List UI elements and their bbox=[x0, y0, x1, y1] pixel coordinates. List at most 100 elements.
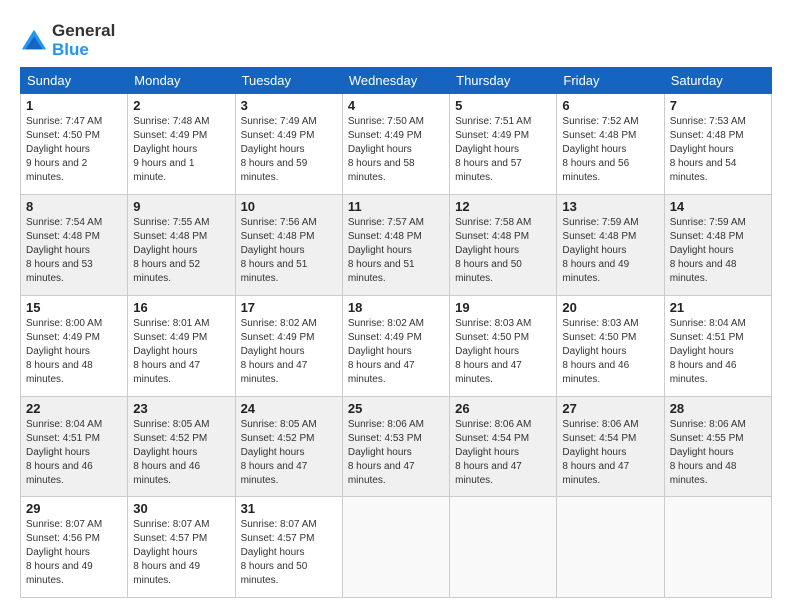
day-info: Sunrise: 7:47 AMSunset: 4:50 PMDaylight … bbox=[26, 115, 122, 185]
day-info: Sunrise: 8:04 AMSunset: 4:51 PMDaylight … bbox=[670, 317, 766, 387]
day-number: 1 bbox=[26, 98, 122, 113]
day-info: Sunrise: 8:07 AMSunset: 4:56 PMDaylight … bbox=[26, 518, 122, 588]
day-info: Sunrise: 8:06 AMSunset: 4:55 PMDaylight … bbox=[670, 418, 766, 488]
calendar-cell: 14 Sunrise: 7:59 AMSunset: 4:48 PMDayligh… bbox=[664, 195, 771, 296]
day-info: Sunrise: 8:07 AMSunset: 4:57 PMDaylight … bbox=[241, 518, 337, 588]
calendar-cell: 25 Sunrise: 8:06 AMSunset: 4:53 PMDayligh… bbox=[342, 396, 449, 497]
day-number: 19 bbox=[455, 300, 551, 315]
calendar-cell: 21Sunrise: 8:04 AMSunset: 4:51 PMDayligh… bbox=[664, 295, 771, 396]
logo-icon bbox=[20, 27, 48, 55]
day-info: Sunrise: 8:03 AMSunset: 4:50 PMDaylight … bbox=[562, 317, 658, 387]
calendar-cell: 29 Sunrise: 8:07 AMSunset: 4:56 PMDayligh… bbox=[21, 497, 128, 598]
calendar-cell: 26 Sunrise: 8:06 AMSunset: 4:54 PMDayligh… bbox=[450, 396, 557, 497]
day-number: 8 bbox=[26, 199, 122, 214]
calendar-cell: 27 Sunrise: 8:06 AMSunset: 4:54 PMDayligh… bbox=[557, 396, 664, 497]
day-info: Sunrise: 8:01 AMSunset: 4:49 PMDaylight … bbox=[133, 317, 229, 387]
day-info: Sunrise: 7:58 AMSunset: 4:48 PMDaylight … bbox=[455, 216, 551, 286]
calendar-cell: 22 Sunrise: 8:04 AMSunset: 4:51 PMDayligh… bbox=[21, 396, 128, 497]
day-info: Sunrise: 7:48 AMSunset: 4:49 PMDaylight … bbox=[133, 115, 229, 185]
day-info: Sunrise: 7:53 AMSunset: 4:48 PMDaylight … bbox=[670, 115, 766, 185]
calendar-page: General Blue SundayMondayTuesdayWednesda… bbox=[0, 0, 792, 612]
day-info: Sunrise: 8:06 AMSunset: 4:54 PMDaylight … bbox=[562, 418, 658, 488]
day-number: 16 bbox=[133, 300, 229, 315]
day-info: Sunrise: 7:57 AMSunset: 4:48 PMDaylight … bbox=[348, 216, 444, 286]
day-info: Sunrise: 7:52 AMSunset: 4:48 PMDaylight … bbox=[562, 115, 658, 185]
day-number: 24 bbox=[241, 401, 337, 416]
week-row-2: 8 Sunrise: 7:54 AMSunset: 4:48 PMDaylight… bbox=[21, 195, 772, 296]
day-info: Sunrise: 8:03 AMSunset: 4:50 PMDaylight … bbox=[455, 317, 551, 387]
calendar-cell: 19 Sunrise: 8:03 AMSunset: 4:50 PMDayligh… bbox=[450, 295, 557, 396]
weekday-header-row: SundayMondayTuesdayWednesdayThursdayFrid… bbox=[21, 68, 772, 94]
calendar-cell: 12Sunrise: 7:58 AMSunset: 4:48 PMDayligh… bbox=[450, 195, 557, 296]
day-info: Sunrise: 7:56 AMSunset: 4:48 PMDaylight … bbox=[241, 216, 337, 286]
calendar-cell: 23 Sunrise: 8:05 AMSunset: 4:52 PMDayligh… bbox=[128, 396, 235, 497]
header: General Blue bbox=[20, 18, 772, 59]
day-info: Sunrise: 7:54 AMSunset: 4:48 PMDaylight … bbox=[26, 216, 122, 286]
day-number: 10 bbox=[241, 199, 337, 214]
weekday-header-friday: Friday bbox=[557, 68, 664, 94]
calendar-cell: 2 Sunrise: 7:48 AMSunset: 4:49 PMDaylight… bbox=[128, 94, 235, 195]
logo-text: General Blue bbox=[52, 22, 115, 59]
day-number: 9 bbox=[133, 199, 229, 214]
day-number: 25 bbox=[348, 401, 444, 416]
calendar-cell bbox=[664, 497, 771, 598]
weekday-header-saturday: Saturday bbox=[664, 68, 771, 94]
day-number: 17 bbox=[241, 300, 337, 315]
day-info: Sunrise: 7:49 AMSunset: 4:49 PMDaylight … bbox=[241, 115, 337, 185]
week-row-1: 1 Sunrise: 7:47 AMSunset: 4:50 PMDaylight… bbox=[21, 94, 772, 195]
day-info: Sunrise: 8:07 AMSunset: 4:57 PMDaylight … bbox=[133, 518, 229, 588]
day-info: Sunrise: 7:51 AMSunset: 4:49 PMDaylight … bbox=[455, 115, 551, 185]
day-info: Sunrise: 7:55 AMSunset: 4:48 PMDaylight … bbox=[133, 216, 229, 286]
calendar-cell: 5 Sunrise: 7:51 AMSunset: 4:49 PMDaylight… bbox=[450, 94, 557, 195]
calendar-cell: 18Sunrise: 8:02 AMSunset: 4:49 PMDayligh… bbox=[342, 295, 449, 396]
calendar-cell: 6 Sunrise: 7:52 AMSunset: 4:48 PMDaylight… bbox=[557, 94, 664, 195]
day-number: 14 bbox=[670, 199, 766, 214]
day-number: 13 bbox=[562, 199, 658, 214]
week-row-3: 15Sunrise: 8:00 AMSunset: 4:49 PMDayligh… bbox=[21, 295, 772, 396]
day-number: 22 bbox=[26, 401, 122, 416]
calendar-cell: 28 Sunrise: 8:06 AMSunset: 4:55 PMDayligh… bbox=[664, 396, 771, 497]
day-number: 2 bbox=[133, 98, 229, 113]
calendar-cell: 9 Sunrise: 7:55 AMSunset: 4:48 PMDaylight… bbox=[128, 195, 235, 296]
week-row-5: 29 Sunrise: 8:07 AMSunset: 4:56 PMDayligh… bbox=[21, 497, 772, 598]
logo: General Blue bbox=[20, 22, 115, 59]
weekday-header-tuesday: Tuesday bbox=[235, 68, 342, 94]
day-info: Sunrise: 8:05 AMSunset: 4:52 PMDaylight … bbox=[133, 418, 229, 488]
day-number: 4 bbox=[348, 98, 444, 113]
day-number: 18 bbox=[348, 300, 444, 315]
calendar-table: SundayMondayTuesdayWednesdayThursdayFrid… bbox=[20, 67, 772, 598]
calendar-cell: 16 Sunrise: 8:01 AMSunset: 4:49 PMDayligh… bbox=[128, 295, 235, 396]
day-number: 5 bbox=[455, 98, 551, 113]
calendar-cell: 4 Sunrise: 7:50 AMSunset: 4:49 PMDaylight… bbox=[342, 94, 449, 195]
day-info: Sunrise: 8:06 AMSunset: 4:54 PMDaylight … bbox=[455, 418, 551, 488]
calendar-cell: 11Sunrise: 7:57 AMSunset: 4:48 PMDayligh… bbox=[342, 195, 449, 296]
day-number: 26 bbox=[455, 401, 551, 416]
day-info: Sunrise: 7:59 AMSunset: 4:48 PMDaylight … bbox=[670, 216, 766, 286]
day-info: Sunrise: 7:50 AMSunset: 4:49 PMDaylight … bbox=[348, 115, 444, 185]
day-info: Sunrise: 8:00 AMSunset: 4:49 PMDaylight … bbox=[26, 317, 122, 387]
calendar-cell: 10 Sunrise: 7:56 AMSunset: 4:48 PMDayligh… bbox=[235, 195, 342, 296]
day-number: 29 bbox=[26, 501, 122, 516]
day-info: Sunrise: 8:02 AMSunset: 4:49 PMDaylight … bbox=[241, 317, 337, 387]
day-number: 20 bbox=[562, 300, 658, 315]
calendar-cell bbox=[557, 497, 664, 598]
calendar-cell: 7Sunrise: 7:53 AMSunset: 4:48 PMDaylight… bbox=[664, 94, 771, 195]
calendar-cell: 30 Sunrise: 8:07 AMSunset: 4:57 PMDayligh… bbox=[128, 497, 235, 598]
day-number: 30 bbox=[133, 501, 229, 516]
day-number: 28 bbox=[670, 401, 766, 416]
calendar-cell: 3 Sunrise: 7:49 AMSunset: 4:49 PMDaylight… bbox=[235, 94, 342, 195]
day-number: 23 bbox=[133, 401, 229, 416]
calendar-cell: 1 Sunrise: 7:47 AMSunset: 4:50 PMDaylight… bbox=[21, 94, 128, 195]
day-number: 3 bbox=[241, 98, 337, 113]
calendar-cell: 17 Sunrise: 8:02 AMSunset: 4:49 PMDayligh… bbox=[235, 295, 342, 396]
day-number: 6 bbox=[562, 98, 658, 113]
day-info: Sunrise: 8:06 AMSunset: 4:53 PMDaylight … bbox=[348, 418, 444, 488]
day-info: Sunrise: 8:04 AMSunset: 4:51 PMDaylight … bbox=[26, 418, 122, 488]
calendar-cell: 15Sunrise: 8:00 AMSunset: 4:49 PMDayligh… bbox=[21, 295, 128, 396]
calendar-cell bbox=[450, 497, 557, 598]
day-info: Sunrise: 8:05 AMSunset: 4:52 PMDaylight … bbox=[241, 418, 337, 488]
weekday-header-monday: Monday bbox=[128, 68, 235, 94]
weekday-header-wednesday: Wednesday bbox=[342, 68, 449, 94]
day-number: 27 bbox=[562, 401, 658, 416]
day-info: Sunrise: 7:59 AMSunset: 4:48 PMDaylight … bbox=[562, 216, 658, 286]
